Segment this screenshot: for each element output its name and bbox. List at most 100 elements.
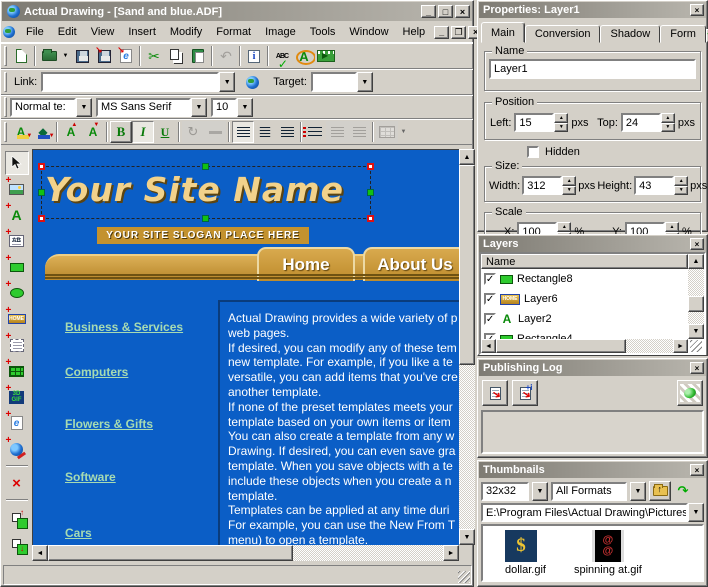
spinning-at-thumbnail[interactable]: @ @ (591, 530, 624, 562)
style-select[interactable]: Normal te: (10, 97, 76, 117)
table-button[interactable] (376, 121, 398, 143)
spin-down[interactable]: ▼ (660, 122, 675, 132)
align-left-button[interactable] (232, 121, 254, 143)
link-flowers-gifts[interactable]: Flowers & Gifts (65, 417, 153, 431)
layer-visible-checkbox[interactable]: ✓ (484, 313, 496, 325)
path-dropdown[interactable]: ▼ (688, 503, 704, 522)
align-center-button[interactable] (254, 121, 276, 143)
indent-button[interactable] (348, 121, 370, 143)
shrink-font-button[interactable]: A (82, 121, 104, 143)
toolbar-grip[interactable] (4, 122, 7, 142)
menu-format[interactable]: Format (209, 24, 258, 40)
add-web-object-button[interactable]: + (4, 435, 29, 461)
refresh-button[interactable]: ↷ (674, 481, 692, 501)
resize-grip[interactable] (690, 340, 702, 352)
publish-site-button[interactable]: ➜ (482, 380, 508, 406)
toolbar-grip[interactable] (4, 97, 7, 117)
left-spinner[interactable]: 15 ▲ ▼ (514, 113, 569, 132)
nav-tab-about[interactable]: About Us (363, 247, 459, 281)
link-computers[interactable]: Computers (65, 365, 128, 379)
spin-up[interactable]: ▲ (554, 113, 569, 123)
tab-shadow[interactable]: Shadow (600, 25, 661, 43)
properties-close-button[interactable]: × (690, 4, 704, 16)
bullet-list-button[interactable] (303, 121, 326, 143)
spin-up[interactable]: ▲ (557, 222, 572, 232)
scroll-left-button[interactable]: ◄ (481, 339, 496, 353)
selection-handle[interactable] (202, 163, 209, 170)
selection-handle[interactable] (38, 163, 45, 170)
save-as-template-button[interactable]: ↘ (93, 45, 115, 67)
thumb-size-dropdown[interactable]: ▼ (532, 481, 548, 501)
scroll-left-button[interactable]: ◄ (32, 545, 48, 561)
scroll-right-button[interactable]: ► (673, 339, 688, 353)
path-select[interactable]: E:\Program Files\Actual Drawing\Pictures (481, 503, 688, 522)
animation-button[interactable] (315, 45, 337, 67)
link-input[interactable] (41, 72, 220, 92)
selection-handle[interactable] (367, 188, 374, 196)
properties-button[interactable]: i (243, 45, 265, 67)
layer-row[interactable]: ✓ Rectangle8 (481, 269, 688, 289)
paste-button[interactable] (187, 45, 209, 67)
link-browse-button[interactable] (241, 71, 264, 93)
bold-button[interactable]: B (110, 121, 132, 143)
format-select[interactable]: All Formats (551, 481, 627, 501)
menu-insert[interactable]: Insert (121, 24, 163, 40)
open-button[interactable] (38, 45, 60, 67)
layer-visible-checkbox[interactable]: ✓ (484, 293, 496, 305)
close-button[interactable]: × (455, 5, 470, 18)
font-select[interactable]: MS Sans Serif (96, 97, 191, 117)
spin-down[interactable]: ▼ (674, 185, 689, 195)
fill-color-button[interactable]: ◆ ▼ (32, 121, 55, 143)
rotate-button[interactable]: ↻ (182, 121, 204, 143)
menu-window[interactable]: Window (342, 24, 395, 40)
style-dropdown-button[interactable]: ▼ (76, 97, 92, 117)
body-text-block[interactable]: Actual Drawing provides a wide variety o… (218, 300, 459, 545)
spin-down[interactable]: ▼ (554, 122, 569, 132)
format-dropdown[interactable]: ▼ (630, 481, 646, 501)
layers-horizontal-scrollbar[interactable]: ◄ ► (481, 339, 688, 353)
horizontal-scroll-thumb[interactable] (48, 545, 293, 561)
select-tool-button[interactable] (4, 151, 29, 175)
spellcheck-button[interactable]: ABC (271, 45, 293, 71)
menu-file[interactable]: File (19, 24, 51, 40)
publishing-close-button[interactable]: × (690, 362, 704, 374)
thumbnail-item[interactable]: @ @ spinning at.gif (574, 530, 642, 580)
menu-tools[interactable]: Tools (303, 24, 343, 40)
spin-up[interactable]: ▲ (562, 176, 577, 186)
align-right-button[interactable] (276, 121, 298, 143)
send-to-back-button[interactable]: ↓ (4, 531, 29, 555)
publishing-log-list[interactable] (481, 410, 704, 454)
table-dropdown-button[interactable]: ▼ (398, 121, 409, 143)
target-input[interactable] (310, 72, 357, 92)
size-select[interactable]: 10 (211, 97, 237, 117)
canvas-horizontal-scrollbar[interactable]: ◄ ► (32, 545, 459, 561)
grow-font-button[interactable]: A (60, 121, 82, 143)
minimize-button[interactable]: _ (421, 5, 436, 18)
publish-button[interactable]: e ↘ (115, 45, 137, 67)
menu-edit[interactable]: Edit (51, 24, 84, 40)
cut-button[interactable]: ✂ (143, 45, 165, 67)
nav-tab-home[interactable]: Home (257, 247, 355, 281)
spin-up[interactable]: ▲ (660, 113, 675, 123)
hrule-button[interactable] (204, 121, 226, 143)
scroll-thumb[interactable] (688, 296, 704, 312)
window-titlebar[interactable]: Actual Drawing - [Sand and blue.ADF] _ □… (2, 2, 472, 21)
delete-button[interactable]: × (4, 471, 29, 495)
toolbar-grip[interactable] (4, 46, 7, 66)
spin-up[interactable]: ▲ (664, 222, 679, 232)
link-dropdown-button[interactable]: ▼ (219, 72, 236, 92)
scroll-right-button[interactable]: ► (443, 545, 459, 561)
thumbnails-titlebar[interactable]: Thumbnails × (479, 462, 706, 478)
tab-form[interactable]: Form (660, 25, 706, 43)
add-image-button[interactable]: + (4, 175, 29, 201)
effects-button[interactable]: A (293, 45, 318, 67)
link-business-services[interactable]: Business & Services (65, 320, 183, 334)
add-text-button[interactable]: + A (4, 201, 29, 227)
resize-grip[interactable] (458, 571, 470, 583)
layers-close-button[interactable]: × (690, 238, 704, 250)
outdent-button[interactable] (326, 121, 348, 143)
scroll-up-button[interactable]: ▲ (688, 254, 704, 269)
go-online-button[interactable] (677, 380, 703, 406)
publish-info-button[interactable]: +i ➜ (512, 380, 538, 406)
selection-handle[interactable] (38, 215, 45, 222)
